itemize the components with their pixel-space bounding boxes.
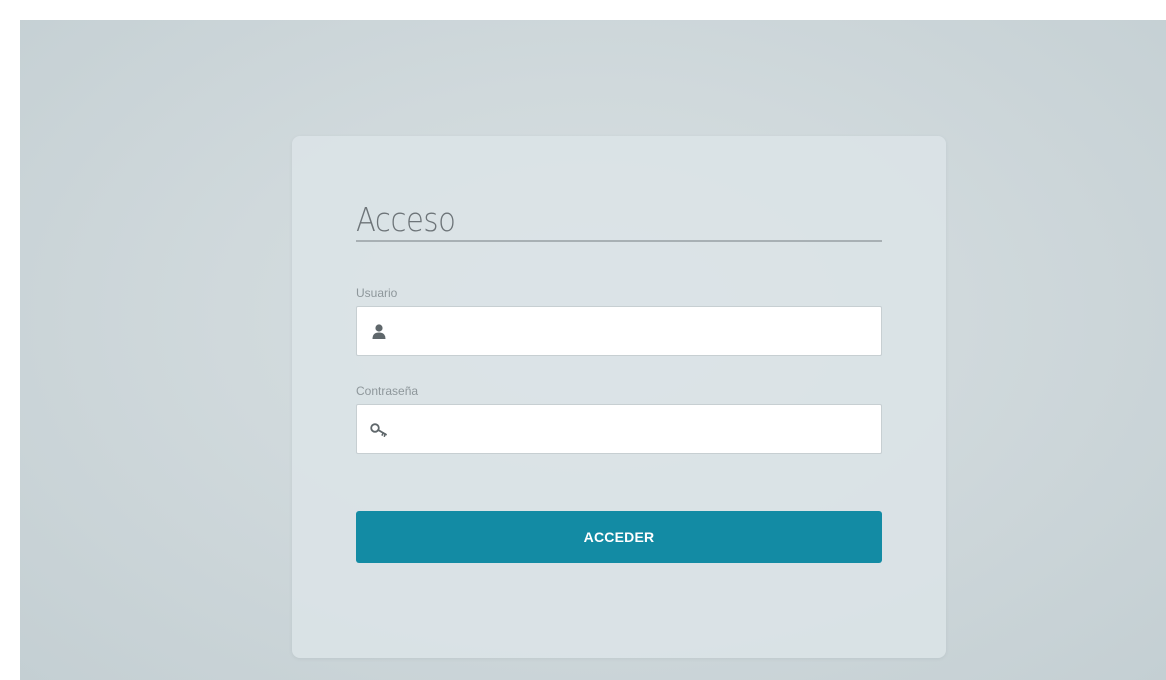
username-input[interactable] (391, 307, 875, 357)
login-card: Acceso Usuario Contraseña ACCEDER (292, 136, 946, 658)
username-label: Usuario (356, 286, 398, 300)
password-input[interactable] (391, 405, 875, 455)
key-icon (369, 420, 389, 440)
title-divider (356, 240, 882, 242)
user-icon (369, 322, 389, 342)
password-field[interactable] (356, 404, 882, 455)
username-field[interactable] (356, 306, 882, 357)
password-label: Contraseña (356, 384, 419, 398)
page-background: Acceso Usuario Contraseña ACCEDER (20, 20, 1166, 680)
login-button[interactable]: ACCEDER (356, 511, 882, 563)
login-title: Acceso (356, 200, 456, 239)
